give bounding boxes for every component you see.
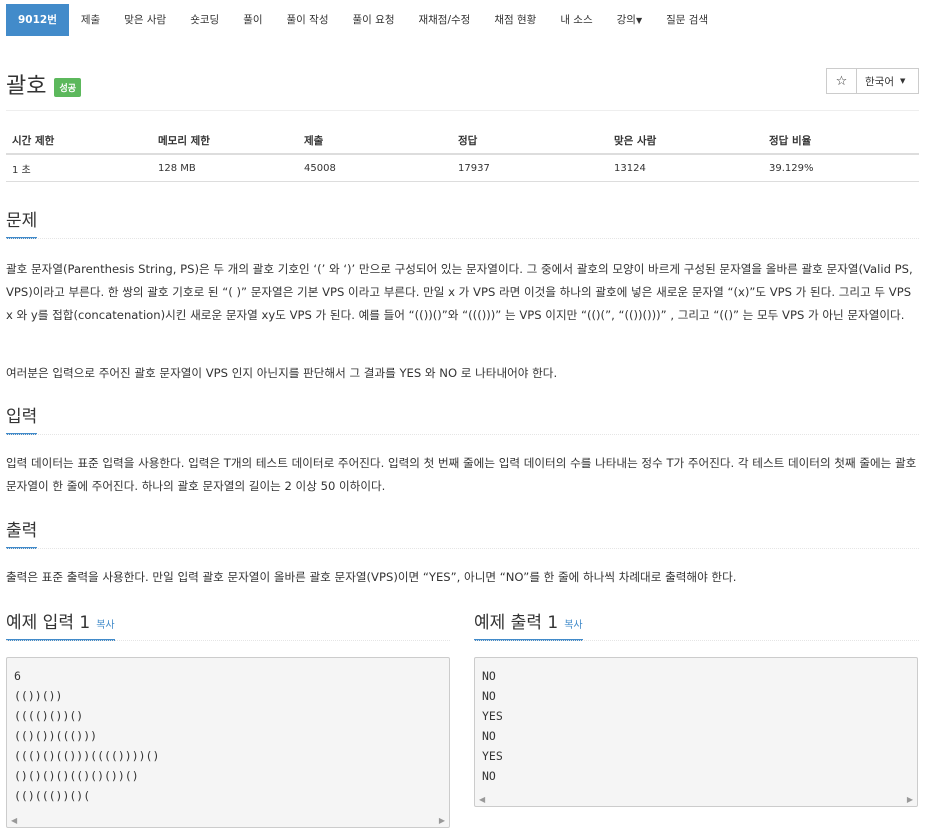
divider [6,238,919,239]
sample-output-content: NO NO YES NO YES NO [482,669,503,783]
problem-stats-table: 시간 제한 메모리 제한 제출 정답 맞은 사람 정답 비율 1 초 128 M… [6,128,919,182]
nav-lecture-label: 강의 [616,14,636,26]
nav-problem-number[interactable]: 9012번 [6,4,69,36]
sample-input-box[interactable]: 6 (())()) (((()())() (()())((())) ((()()… [6,657,450,828]
scroll-left-icon[interactable]: ◀ [479,795,485,804]
star-icon: ☆ [835,73,848,89]
output-description: 출력은 표준 출력을 사용한다. 만일 입력 괄호 문자열이 올바른 괄호 문자… [6,570,737,584]
value-time-limit: 1 초 [12,164,31,176]
nav-rejudge[interactable]: 재채점/수정 [406,4,482,36]
scroll-left-icon[interactable]: ◀ [11,816,17,825]
header-memory-limit: 메모리 제한 [158,135,210,147]
input-description: 입력 데이터는 표준 입력을 사용한다. 입력은 T개의 테스트 데이터로 주어… [6,456,917,493]
nav-lecture-dropdown[interactable]: 강의▼ [605,4,654,36]
problem-nav: 9012번 제출 맞은 사람 숏코딩 풀이 풀이 작성 풀이 요청 재채점/수정… [6,4,720,36]
page-title: 괄호 [6,74,47,99]
caret-down-icon: ▼ [899,77,906,85]
header-accepted: 정답 [458,135,478,147]
status-badge: 성공 [54,77,82,97]
divider [6,548,919,549]
nav-question-search[interactable]: 질문 검색 [654,4,720,36]
value-memory-limit: 128 MB [158,162,196,174]
language-select[interactable]: 한국어 ▼ [857,68,919,94]
sample-output-title: 예제 출력 1 [474,613,559,633]
language-label: 한국어 [865,75,894,88]
star-button[interactable]: ☆ [826,68,857,94]
sample-input-head: 예제 입력 1 복사 [6,608,450,641]
sample-input-title: 예제 입력 1 [6,613,91,633]
input-section-head: 입력 [6,402,919,435]
divider [6,110,919,111]
table-row: 1 초 128 MB 45008 17937 13124 39.129% [6,155,919,182]
divider [474,640,919,641]
nav-my-source[interactable]: 내 소스 [548,4,604,36]
divider [6,434,919,435]
header-accept-ratio: 정답 비율 [769,135,812,147]
header-submissions: 제출 [304,135,324,147]
sample-output-head: 예제 출력 1 복사 [474,608,919,641]
output-section-head: 출력 [6,516,919,549]
description-heading: 문제 [6,206,38,239]
scroll-right-icon[interactable]: ▶ [907,795,913,804]
value-submissions: 45008 [304,162,336,174]
nav-status[interactable]: 채점 현황 [482,4,548,36]
nav-solutions[interactable]: 풀이 [231,4,274,36]
sample-input-heading: 예제 입력 1 복사 [6,608,115,641]
table-header-row: 시간 제한 메모리 제한 제출 정답 맞은 사람 정답 비율 [6,128,919,155]
description-paragraph: 괄호 문자열(Parenthesis String, PS)은 두 개의 괄호 … [6,262,913,322]
sample-output-heading: 예제 출력 1 복사 [474,608,583,641]
caret-down-icon: ▼ [635,16,643,25]
value-solved-users: 13124 [614,162,646,174]
divider [6,640,450,641]
title-actions: ☆ 한국어 ▼ [826,68,919,94]
horizontal-scrollbar[interactable]: ◀ ▶ [7,813,449,827]
copy-sample-output-button[interactable]: 복사 [564,620,582,631]
header-time-limit: 시간 제한 [12,135,55,147]
copy-sample-input-button[interactable]: 복사 [96,620,114,631]
sample-output-box[interactable]: NO NO YES NO YES NO ◀ ▶ [474,657,918,807]
nav-solved-users[interactable]: 맞은 사람 [112,4,178,36]
nav-request-solution[interactable]: 풀이 요청 [341,4,407,36]
value-accepted: 17937 [458,162,490,174]
title-row: 괄호 성공 [6,68,82,100]
description-section-head: 문제 [6,206,919,239]
nav-short-coding[interactable]: 숏코딩 [178,4,231,36]
header-solved-users: 맞은 사람 [614,135,657,147]
scroll-right-icon[interactable]: ▶ [439,816,445,825]
input-heading: 입력 [6,402,38,435]
description-paragraph: 여러분은 입력으로 주어진 괄호 문자열이 VPS 인지 아닌지를 판단해서 그… [6,366,558,380]
nav-submit[interactable]: 제출 [69,4,112,36]
nav-write-solution[interactable]: 풀이 작성 [275,4,341,36]
sample-input-content: 6 (())()) (((()())() (()())((())) ((()()… [14,669,160,803]
output-heading: 출력 [6,516,38,549]
horizontal-scrollbar[interactable]: ◀ ▶ [475,792,917,806]
value-accept-ratio: 39.129% [769,162,814,174]
